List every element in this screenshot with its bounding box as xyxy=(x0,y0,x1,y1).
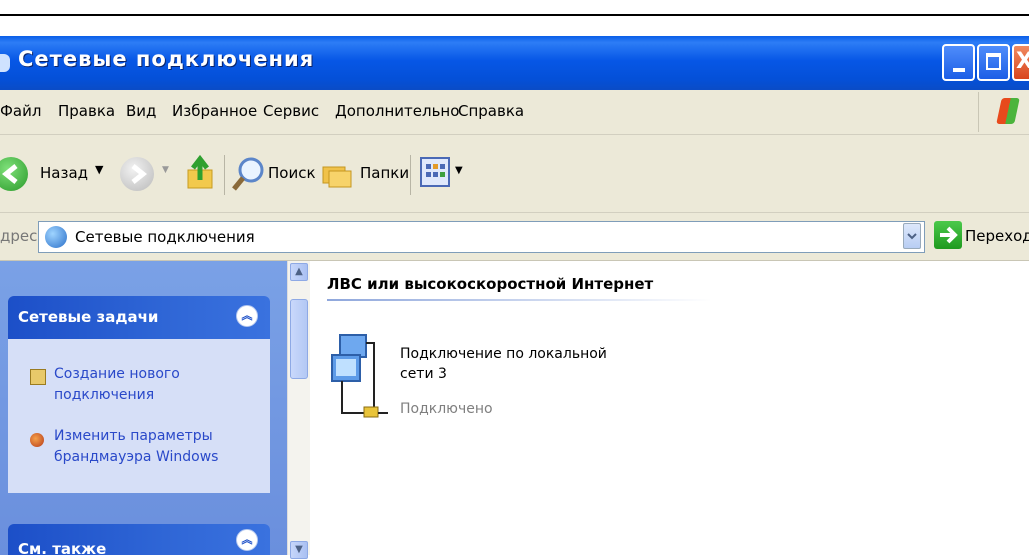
task-firewall-line1[interactable]: Изменить параметры xyxy=(54,428,213,444)
network-tasks-title: Сетевые задачи xyxy=(18,308,159,326)
maximize-button[interactable] xyxy=(977,44,1010,81)
task-firewall-line2[interactable]: брандмауэра Windows xyxy=(54,449,218,465)
address-bar: дрес: Сетевые подключения Переход xyxy=(0,213,1029,261)
network-tasks-header[interactable]: Сетевые задачи ︽ xyxy=(8,296,270,339)
scroll-down-icon[interactable]: ▼ xyxy=(290,541,308,559)
top-border xyxy=(0,0,1029,16)
new-connection-icon xyxy=(30,369,46,385)
close-button[interactable]: X xyxy=(1012,44,1029,81)
back-arrow-icon[interactable] xyxy=(0,157,28,191)
connection-name[interactable]: Подключение по локальной сети 3 xyxy=(400,344,607,384)
see-also-header[interactable]: См. также ︽ xyxy=(8,524,270,558)
content-area: ЛВС или высокоскоростной Интернет Подклю… xyxy=(310,261,1029,555)
back-button[interactable]: Назад xyxy=(40,164,88,182)
minimize-icon xyxy=(953,68,965,72)
close-icon: X xyxy=(1016,49,1029,74)
menu-view[interactable]: Вид xyxy=(126,102,156,120)
address-dropdown-icon[interactable] xyxy=(903,223,921,249)
connection-name-line2[interactable]: сети 3 xyxy=(400,366,447,382)
firewall-icon xyxy=(30,433,44,447)
window-title: Сетевые подключения xyxy=(18,47,315,71)
network-tasks-panel: Создание нового подключения Изменить пар… xyxy=(8,339,270,493)
task-create-connection[interactable]: Создание нового подключения xyxy=(54,364,180,406)
network-folder-icon xyxy=(0,54,10,72)
menu-bar: Файл Правка Вид Избранное Сервис Дополни… xyxy=(0,90,1029,135)
menu-edit[interactable]: Правка xyxy=(58,102,115,120)
back-dropdown-icon[interactable]: ▼ xyxy=(95,163,103,176)
collapse-chevron-icon[interactable]: ︽ xyxy=(236,305,258,327)
scroll-thumb[interactable] xyxy=(290,299,308,379)
search-button[interactable]: Поиск xyxy=(268,164,316,182)
connection-status: Подключено xyxy=(400,401,493,417)
menu-advanced[interactable]: Дополнительно xyxy=(335,102,459,120)
views-icon[interactable] xyxy=(420,157,450,187)
windows-logo-icon xyxy=(978,92,1025,132)
lan-connection-icon[interactable] xyxy=(326,333,396,433)
task-create-line1[interactable]: Создание нового xyxy=(54,366,180,382)
toolbar-separator xyxy=(410,155,411,195)
menu-help[interactable]: Справка xyxy=(458,102,524,120)
group-header: ЛВС или высокоскоростной Интернет xyxy=(327,275,654,293)
connection-name-line1[interactable]: Подключение по локальной xyxy=(400,346,607,362)
maximize-icon xyxy=(986,53,1001,70)
title-bar[interactable]: Сетевые подключения X xyxy=(0,36,1029,90)
minimize-button[interactable] xyxy=(942,44,975,81)
toolbar-separator xyxy=(224,155,225,195)
search-icon[interactable] xyxy=(230,155,266,195)
address-value: Сетевые подключения xyxy=(75,228,255,246)
menu-file[interactable]: Файл xyxy=(0,102,41,120)
forward-dropdown-icon[interactable]: ▼ xyxy=(162,165,169,175)
see-also-title: См. также xyxy=(18,540,107,558)
task-create-line2[interactable]: подключения xyxy=(54,387,154,403)
address-input[interactable]: Сетевые подключения xyxy=(38,221,925,253)
go-button[interactable]: Переход xyxy=(965,227,1029,245)
folders-icon[interactable] xyxy=(320,157,354,191)
menu-favorites[interactable]: Избранное xyxy=(172,102,257,120)
address-label: дрес: xyxy=(0,227,43,245)
vertical-scrollbar[interactable]: ▲ ▼ xyxy=(287,261,310,559)
collapse-chevron-icon[interactable]: ︽ xyxy=(236,529,258,551)
network-globe-icon xyxy=(45,226,67,248)
scroll-up-icon[interactable]: ▲ xyxy=(290,263,308,281)
task-firewall-settings[interactable]: Изменить параметры брандмауэра Windows xyxy=(54,426,218,468)
views-dropdown-icon[interactable]: ▼ xyxy=(455,165,463,176)
menu-tools[interactable]: Сервис xyxy=(263,102,319,120)
toolbar: Назад ▼ ▼ Поиск Папки ▼ xyxy=(0,135,1029,213)
forward-arrow-icon[interactable] xyxy=(120,157,154,191)
group-divider xyxy=(327,299,712,301)
folders-button[interactable]: Папки xyxy=(360,164,409,182)
up-folder-icon[interactable] xyxy=(186,154,216,192)
go-arrow-icon[interactable] xyxy=(934,221,962,249)
